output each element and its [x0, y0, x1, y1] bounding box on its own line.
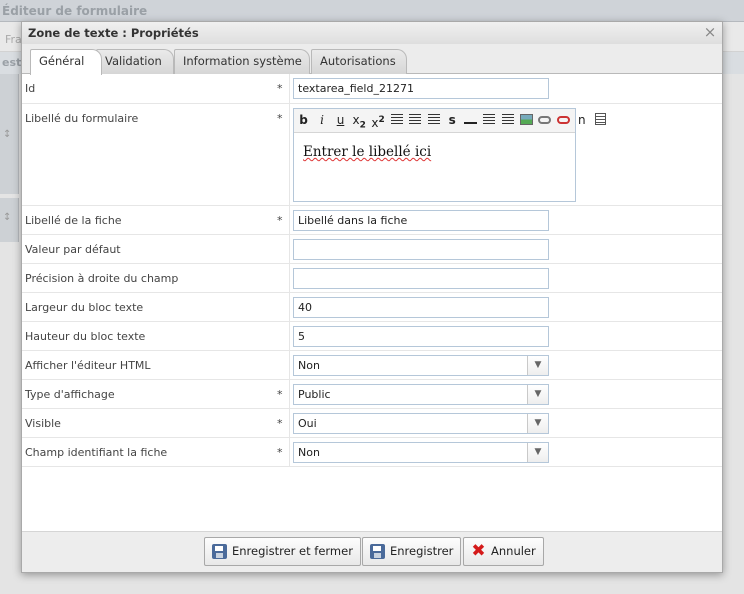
form-row-display-type: Type d'affichage * Public ▼	[22, 380, 722, 409]
background-drag-strip: ↕	[0, 74, 19, 194]
field-label: Libellé de la fiche	[25, 214, 122, 227]
cancel-button[interactable]: ✖ Annuler	[463, 537, 544, 566]
bold-button[interactable]: b	[296, 111, 311, 129]
field-label: Visible	[25, 417, 61, 430]
background-app-title: Éditeur de formulaire	[0, 0, 744, 22]
tab-validation[interactable]: Validation	[96, 49, 174, 74]
form-row-block-height: Hauteur du bloc texte 5	[22, 322, 722, 351]
editor-text: Entrer le libellé ici	[303, 144, 432, 160]
field-label: Libellé du formulaire	[25, 112, 139, 125]
properties-dialog: Zone de texte : Propriétés × Général Val…	[21, 21, 723, 573]
remove-link-icon[interactable]	[556, 111, 571, 129]
form-row-right-precision: Précision à droite du champ	[22, 264, 722, 293]
insert-image-icon[interactable]	[519, 111, 534, 129]
right-precision-input[interactable]	[293, 268, 549, 289]
required-marker: *	[277, 82, 283, 95]
html-editor-select[interactable]: Non ▼	[293, 355, 549, 376]
source-code-icon[interactable]	[593, 111, 608, 129]
align-justify-icon[interactable]	[408, 111, 423, 129]
visible-select[interactable]: Oui ▼	[293, 413, 549, 434]
editor-content[interactable]: Entrer le libellé ici	[294, 133, 575, 171]
save-icon	[370, 544, 385, 559]
subscript-button[interactable]: x2	[352, 111, 367, 130]
required-marker: *	[277, 417, 283, 430]
form-row-default-value: Valeur par défaut	[22, 235, 722, 264]
chevron-down-icon[interactable]: ▼	[527, 356, 548, 375]
required-marker: *	[277, 388, 283, 401]
form-row-html-editor: Afficher l'éditeur HTML Non ▼	[22, 351, 722, 380]
required-marker: *	[277, 112, 283, 125]
field-label: Champ identifiant la fiche	[25, 446, 168, 459]
ordered-list-icon[interactable]	[482, 111, 497, 129]
html-editor: b i u x2 x2 s n Entrer le libellé ici	[293, 108, 606, 202]
dialog-footer: Enregistrer et fermer Enregistrer ✖ Annu…	[22, 531, 722, 572]
editor-toolbar: b i u x2 x2 s n	[294, 109, 606, 133]
align-right-icon[interactable]	[426, 111, 441, 129]
unordered-list-icon[interactable]	[500, 111, 515, 129]
drag-handle-icon: ↕	[3, 129, 12, 140]
block-width-input[interactable]: 40	[293, 297, 549, 318]
insert-link-icon[interactable]	[537, 111, 552, 129]
required-marker: *	[277, 214, 283, 227]
close-icon[interactable]: ×	[703, 25, 717, 40]
default-value-input[interactable]	[293, 239, 549, 260]
identifying-field-select[interactable]: Non ▼	[293, 442, 549, 463]
required-marker: *	[277, 446, 283, 459]
chevron-down-icon[interactable]: ▼	[527, 414, 548, 433]
field-label: Afficher l'éditeur HTML	[25, 359, 151, 372]
form-row-identifying-field: Champ identifiant la fiche * Non ▼	[22, 438, 722, 467]
form-row-id: Id * textarea_field_21271	[22, 74, 722, 104]
cancel-x-icon: ✖	[471, 541, 486, 561]
field-label: Largeur du bloc texte	[25, 301, 144, 314]
tab-general[interactable]: Général	[30, 49, 102, 75]
superscript-button[interactable]: x2	[370, 111, 385, 130]
field-label: Hauteur du bloc texte	[25, 330, 146, 343]
background-drag-strip: ↕	[0, 198, 19, 242]
field-label: Type d'affichage	[25, 388, 115, 401]
sheet-label-input[interactable]: Libellé dans la fiche	[293, 210, 549, 231]
id-input[interactable]: textarea_field_21271	[293, 78, 549, 99]
save-button[interactable]: Enregistrer	[362, 537, 462, 566]
tab-bar: Général Validation Information système A…	[22, 44, 722, 75]
italic-button[interactable]: i	[315, 111, 330, 129]
strikethrough-button[interactable]: s	[445, 111, 460, 129]
chevron-down-icon[interactable]: ▼	[527, 443, 548, 462]
block-height-input[interactable]: 5	[293, 326, 549, 347]
horizontal-rule-icon[interactable]	[463, 111, 478, 129]
chevron-down-icon[interactable]: ▼	[527, 385, 548, 404]
field-label: Id	[25, 82, 36, 95]
underline-button[interactable]: u	[333, 111, 348, 129]
save-and-close-button[interactable]: Enregistrer et fermer	[204, 537, 361, 566]
field-label: Précision à droite du champ	[25, 272, 179, 285]
align-left-icon[interactable]	[389, 111, 404, 129]
tab-system-information[interactable]: Information système	[174, 49, 310, 74]
form-row-block-width: Largeur du bloc texte 40	[22, 293, 722, 322]
form-row-form-label: Libellé du formulaire * b i u x2 x2 s n …	[22, 104, 722, 206]
field-label: Valeur par défaut	[25, 243, 121, 256]
dialog-title: Zone de texte : Propriétés	[28, 26, 199, 40]
form-row-sheet-label: Libellé de la fiche * Libellé dans la fi…	[22, 206, 722, 235]
drag-handle-icon: ↕	[3, 212, 12, 223]
dialog-header: Zone de texte : Propriétés ×	[22, 22, 722, 45]
tab-authorizations[interactable]: Autorisations	[311, 49, 407, 74]
display-type-select[interactable]: Public ▼	[293, 384, 549, 405]
nbsp-button[interactable]: n	[574, 111, 589, 129]
save-icon	[212, 544, 227, 559]
form-row-visible: Visible * Oui ▼	[22, 409, 722, 438]
